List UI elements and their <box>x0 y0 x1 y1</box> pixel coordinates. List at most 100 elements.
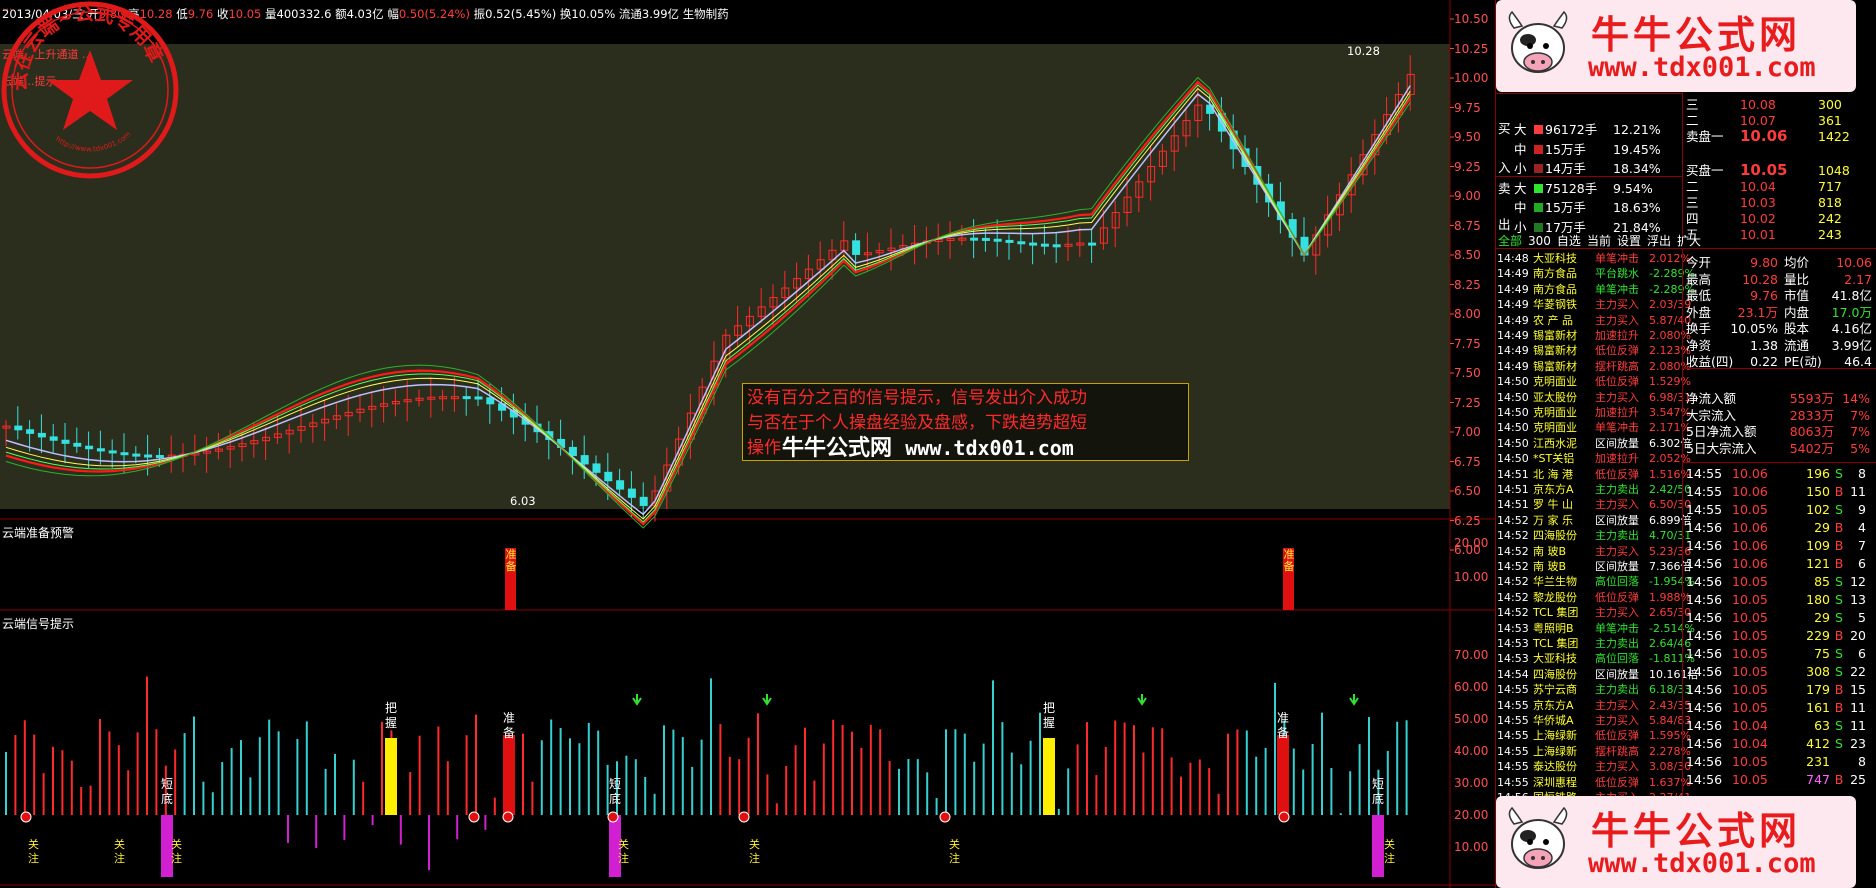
alert-item[interactable]: 14:50 亚太股份 主力买入 6.98/31 <box>1497 389 1691 405</box>
alert-item[interactable]: 14:55 上海绿新 摆杆跳高 2.278% <box>1497 743 1691 759</box>
vol-value: 400332.6 <box>276 7 332 21</box>
attention-label: 关 <box>749 837 760 851</box>
alert-item[interactable]: 14:50 克明面业 低位反弹 1.529% <box>1497 373 1691 389</box>
pane3-axis-tick: 20.00 <box>1454 808 1489 822</box>
alert-item[interactable]: 14:49 南方食品 单笔冲击 -2.289% <box>1497 281 1695 297</box>
attention-label: 关 <box>949 837 960 851</box>
alert-item[interactable]: 14:55 深圳惠程 低位反弹 1.637% <box>1497 774 1691 790</box>
alert-tab[interactable]: 当前 <box>1587 234 1611 248</box>
candle-body <box>627 488 636 498</box>
turn-label: 换 <box>559 7 572 21</box>
price-axis-tick: 6.25 <box>1454 513 1481 528</box>
signal-label: 备 <box>503 726 515 740</box>
amp-label: 振 <box>473 7 486 21</box>
chart-area[interactable]: 准备准备把握把握准备准备短底短底短底关注关注关注关注关注关注关注 ... 201… <box>0 0 1495 888</box>
down-arrow-icon <box>762 694 772 706</box>
tick-row[interactable]: 14:56 10.04 63 S 11 <box>1686 718 1866 733</box>
tick-row[interactable]: 14:56 10.04 412 S 23 <box>1686 736 1866 751</box>
alert-item[interactable]: 14:55 华侨城A 主力买入 5.84/83 <box>1497 712 1691 728</box>
alert-item[interactable]: 14:52 四海股份 主力卖出 4.70/31 <box>1497 527 1691 543</box>
turn-value: 10.05% <box>571 7 616 21</box>
alert-item[interactable]: 14:52 南 玻B 主力买入 5.23/36 <box>1497 543 1691 559</box>
tick-row[interactable]: 14:56 10.05 85 S 12 <box>1686 574 1866 589</box>
buy-side-label: 买 <box>1498 121 1511 136</box>
alert-tab[interactable]: 设置 <box>1617 234 1641 248</box>
alert-item[interactable]: 14:53 粤照明B 单笔冲击 -2.514% <box>1497 620 1695 636</box>
alert-item[interactable]: 14:55 苏宁云商 主力卖出 6.18/33 <box>1497 681 1691 697</box>
candle-body <box>474 396 483 400</box>
alert-tab[interactable]: 自选 <box>1557 234 1581 248</box>
tick-row[interactable]: 14:56 10.05 180 S 13 <box>1686 592 1866 607</box>
alert-tab[interactable]: 全部 <box>1498 234 1522 248</box>
alert-item[interactable]: 14:49 锡富新材 摆杆跳高 2.080% <box>1497 358 1691 374</box>
alert-item[interactable]: 14:52 南 玻B 区间放量 7.366倍 <box>1497 558 1692 574</box>
alert-item[interactable]: 14:55 上海绿新 低位反弹 1.595% <box>1497 727 1691 743</box>
pane3-axis-tick: 30.00 <box>1454 776 1489 790</box>
alert-item[interactable]: 14:49 华菱钢铁 主力买入 2.03/39 <box>1497 296 1691 312</box>
alert-item[interactable]: 14:54 四海股份 区间放量 10.161倍 <box>1497 666 1699 682</box>
cow-mascot-icon <box>1508 10 1568 73</box>
bottom-logo-banner: 牛牛公式网 www.tdx001.com <box>1496 796 1856 888</box>
tick-row[interactable]: 14:56 10.05 231 8 <box>1686 754 1866 769</box>
alert-item[interactable]: 14:52 华兰生物 高位回落 -1.954% <box>1497 573 1695 589</box>
alert-item[interactable]: 14:52 黎龙股份 低位反弹 1.988% <box>1497 589 1691 605</box>
attention-label: 注 <box>949 851 960 865</box>
low-price-marker: 6.03 <box>510 494 536 508</box>
alert-item[interactable]: 14:53 TCL 集团 主力卖出 2.64/46 <box>1497 635 1691 651</box>
price-axis-tick: 7.50 <box>1454 366 1481 380</box>
price-axis-tick: 9.50 <box>1454 130 1481 144</box>
alert-item[interactable]: 14:51 京东方A 主力卖出 2.42/50 <box>1497 481 1691 497</box>
pane3-axis-tick: 70.00 <box>1454 648 1489 662</box>
alert-item[interactable]: 14:48 大亚科技 单笔冲击 2.012% <box>1497 250 1691 266</box>
candle-body <box>592 463 601 473</box>
tick-row[interactable]: 14:56 10.05 308 S 22 <box>1686 664 1866 679</box>
chg-value: 0.50(5.24%) <box>398 7 470 21</box>
short-bottom-bar <box>1372 815 1384 877</box>
logo-title: 牛牛公式网 <box>1591 12 1802 57</box>
alert-item[interactable]: 14:55 泰达股份 主力买入 3.08/30 <box>1497 758 1691 774</box>
attention-label: 注 <box>618 851 629 865</box>
candle-body <box>132 453 141 457</box>
tick-row[interactable]: 14:55 10.05 102 S 9 <box>1686 502 1866 517</box>
seal-url: http://www.tdx001.com <box>54 130 132 153</box>
tick-row[interactable]: 14:56 10.05 29 S 5 <box>1686 610 1866 625</box>
alert-tab[interactable]: 300 <box>1528 234 1551 248</box>
alert-item[interactable]: 14:52 万 家 乐区间放量 6.899倍 <box>1497 512 1692 528</box>
signal-label: 把 <box>1043 701 1055 715</box>
alert-item[interactable]: 14:53 大亚科技 高位回落 -1.811% <box>1497 650 1695 666</box>
kline-pane-bg <box>0 44 1450 509</box>
alert-item[interactable]: 14:50 江西水泥 区间放量 6.302倍 <box>1497 435 1692 451</box>
alert-item[interactable]: 14:55 京东方A 主力买入 2.43/35 <box>1497 697 1691 713</box>
alert-item[interactable]: 14:50 克明面业 单笔冲击 2.171% <box>1497 419 1691 435</box>
tick-row[interactable]: 14:56 10.05 75 S 6 <box>1686 646 1866 661</box>
alert-tab[interactable]: 浮出 <box>1647 234 1671 248</box>
price-axis-tick: 7.25 <box>1454 395 1481 410</box>
tick-row[interactable]: 14:55 10.06 150 B 11 <box>1686 484 1866 499</box>
tick-row[interactable]: 14:56 10.06 109 B 7 <box>1686 538 1866 553</box>
alert-item[interactable]: 14:49 农 产 品主力买入 5.87/40 <box>1497 312 1691 328</box>
tick-row[interactable]: 14:55 10.06 196 S 8 <box>1686 466 1866 481</box>
alert-item[interactable]: 14:50 克明面业 加速拉升 3.547% <box>1497 404 1691 420</box>
candle-body <box>462 396 471 400</box>
candle-body <box>1040 243 1049 247</box>
price-axis-tick: 9.25 <box>1454 159 1481 174</box>
alert-item[interactable]: 14:49 锡富新材 加速拉升 2.080% <box>1497 327 1691 343</box>
alert-item[interactable]: 14:49 南方食品 平台跳水 -2.289% <box>1497 265 1695 281</box>
tick-row[interactable]: 14:56 10.06 121 B 6 <box>1686 556 1866 571</box>
alert-tab[interactable]: 扩大 <box>1677 234 1701 248</box>
alert-item[interactable]: 14:51 罗 牛 山主力买入 6.50/30 <box>1497 496 1691 512</box>
tick-row[interactable]: 14:56 10.06 29 B 4 <box>1686 520 1866 535</box>
alert-item[interactable]: 14:52 TCL 集团 主力买入 2.65/30 <box>1497 604 1691 620</box>
alert-item[interactable]: 14:51 北 海 港低位反弹 1.516% <box>1497 466 1691 482</box>
signal-circle-icon <box>20 811 32 823</box>
tick-row[interactable]: 14:56 10.05 161 B 11 <box>1686 700 1866 715</box>
pane3-axis-tick: 10.00 <box>1454 840 1489 854</box>
tick-row[interactable]: 14:56 10.05 229 B 20 <box>1686 628 1866 643</box>
candle-body <box>26 429 35 434</box>
signal-circle-icon <box>607 811 619 823</box>
alert-item[interactable]: 14:50 *ST关铝 加速拉升 2.052% <box>1497 450 1691 466</box>
candle-body <box>1017 241 1026 245</box>
alert-item[interactable]: 14:49 锡富新材 低位反弹 2.123% <box>1497 342 1691 358</box>
tick-row[interactable]: 14:56 10.05 179 B 15 <box>1686 682 1866 697</box>
tick-row[interactable]: 14:56 10.05 747 B 25 <box>1686 772 1866 787</box>
